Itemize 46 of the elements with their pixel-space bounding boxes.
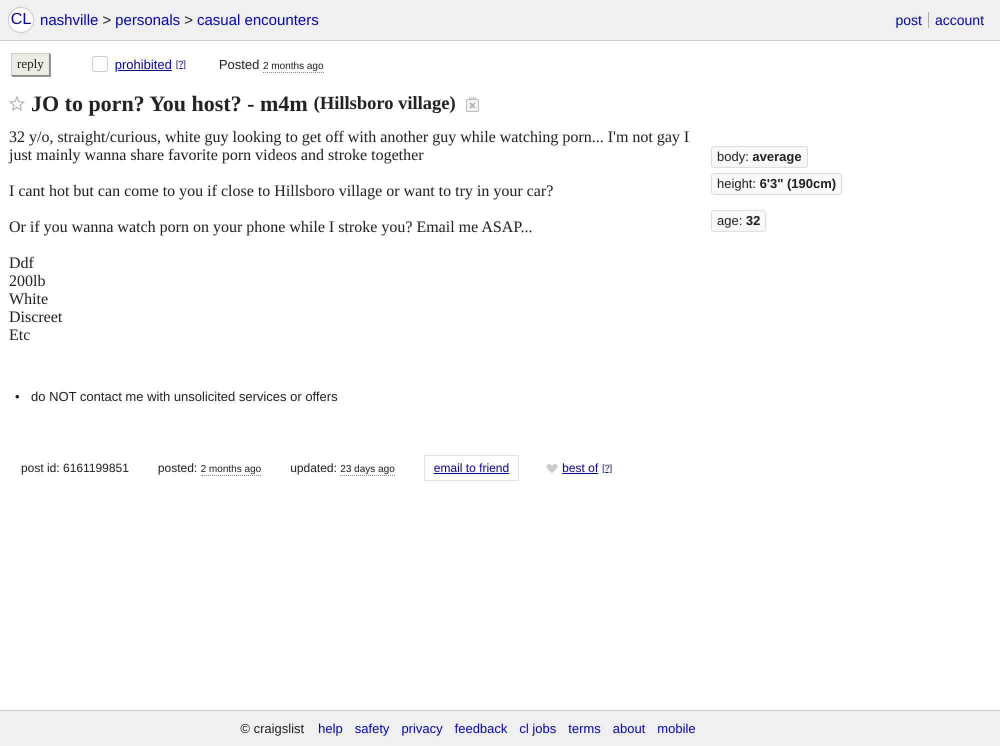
- copyright-text: © craigslist: [240, 721, 304, 736]
- nav-link[interactable]: account: [928, 12, 990, 28]
- attribute-tag: age: 32: [711, 210, 766, 232]
- reply-button[interactable]: reply: [11, 52, 50, 76]
- email-to-friend-button[interactable]: email to friend: [424, 455, 520, 481]
- body-text: White: [9, 291, 50, 309]
- breadcrumb-separator: >: [102, 12, 112, 28]
- body-text: Or if you wanna watch porn on your phone while I stroke you? Email me ASAP...: [9, 219, 534, 237]
- attribute-tag: body: average: [711, 146, 808, 168]
- breadcrumb-link[interactable]: nashville: [40, 12, 98, 28]
- footer-link[interactable]: feedback: [454, 721, 508, 736]
- logo[interactable]: CL: [8, 7, 34, 33]
- post-title: JO to porn? You host? - m4m: [31, 91, 308, 117]
- help-link[interactable]: [?]: [602, 463, 612, 473]
- heart-icon[interactable]: [546, 462, 558, 474]
- breadcrumb-link[interactable]: personals: [115, 12, 180, 28]
- nav-link[interactable]: post: [889, 12, 928, 28]
- attribute-tag: height: 6'3" (190cm): [711, 173, 842, 195]
- body-text: Discreet: [9, 309, 64, 327]
- prohibited-link[interactable]: prohibited: [114, 56, 172, 72]
- footer-link[interactable]: mobile: [657, 721, 696, 736]
- body-text: 200lb: [9, 273, 46, 291]
- best-of-link[interactable]: best of: [562, 461, 598, 475]
- body-text: Etc: [9, 327, 32, 345]
- body-text: 32 y/o, straight/curious, white guy looking to get off with another guy while watching porn... I'm not gay I just mainly wanna share favorite porn videos and stroke together: [9, 129, 690, 165]
- body-text: I cant hot but can come to you if close to Hillsboro village or want to try in your car?: [9, 183, 554, 201]
- help-link[interactable]: [?]: [176, 59, 186, 69]
- footer-link[interactable]: terms: [568, 721, 601, 736]
- post-location: (Hillsboro village): [314, 94, 456, 114]
- posted-date: Posted 2 months ago: [218, 56, 324, 72]
- footer-link[interactable]: safety: [354, 721, 390, 736]
- posted-date: posted: 2 months ago: [158, 461, 262, 475]
- footer-link[interactable]: privacy: [401, 721, 443, 736]
- breadcrumb-separator: >: [184, 12, 193, 28]
- updated-date: updated: 23 days ago: [290, 461, 395, 475]
- trash-icon[interactable]: [464, 96, 480, 112]
- breadcrumb-link[interactable]: casual encounters: [196, 12, 319, 28]
- footer-link[interactable]: help: [318, 721, 343, 736]
- footer-link[interactable]: cl jobs: [519, 721, 556, 736]
- bullet: •: [15, 389, 21, 405]
- flag-checkbox[interactable]: [92, 56, 108, 72]
- post-id: post id: 6161199851: [21, 461, 129, 475]
- footer-link[interactable]: about: [612, 721, 646, 736]
- star-icon[interactable]: [9, 96, 25, 112]
- notice-text: do NOT contact me with unsolicited services or offers: [31, 389, 338, 405]
- body-text: Ddf: [9, 255, 35, 273]
